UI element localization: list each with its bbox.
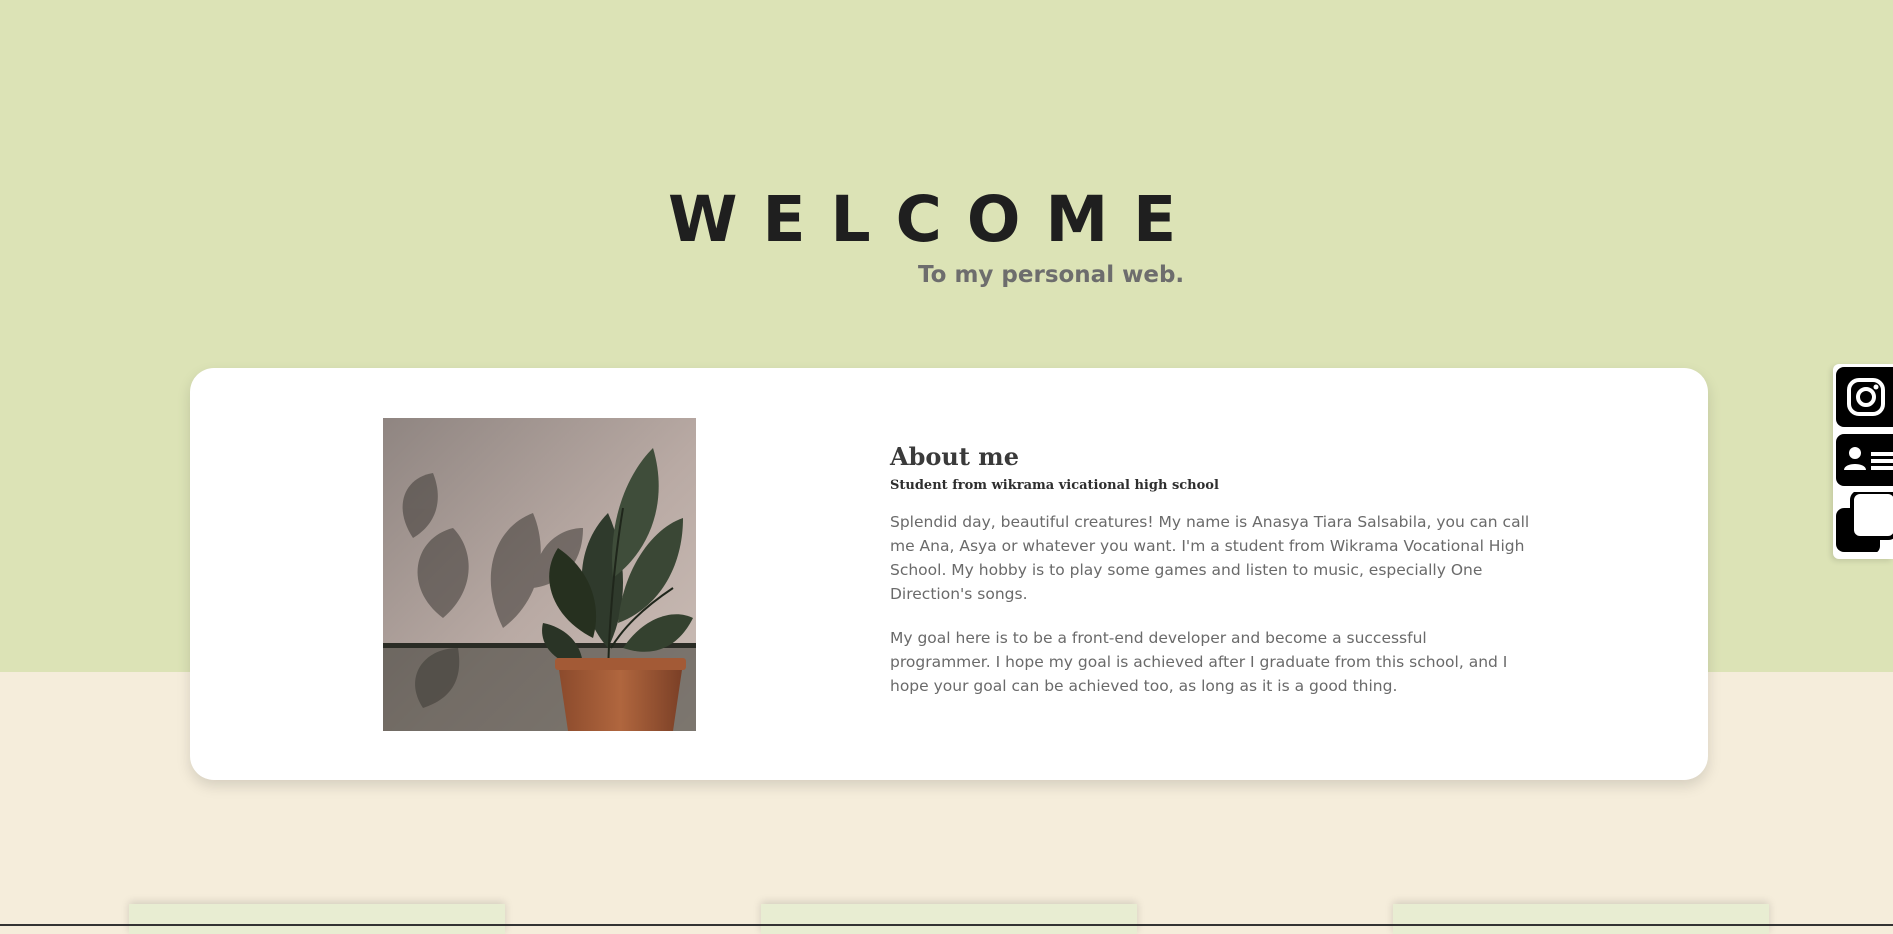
social-sidebar xyxy=(1833,364,1893,559)
contact-card-icon xyxy=(1844,447,1893,470)
bottom-card xyxy=(129,904,505,934)
plant-photo-icon xyxy=(383,418,696,731)
about-paragraph-intro: Splendid day, beautiful creatures! My na… xyxy=(890,513,1530,603)
about-photo xyxy=(383,418,696,731)
bottom-card xyxy=(761,904,1137,934)
welcome-title: WELCOME xyxy=(668,183,1202,256)
about-subheading: Student from wikrama vicational high sch… xyxy=(890,478,1219,493)
welcome-subtitle: To my personal web. xyxy=(918,262,1185,288)
instagram-link[interactable] xyxy=(1836,367,1893,427)
about-card: About me Student from wikrama vicational… xyxy=(190,368,1708,780)
instagram-icon xyxy=(1847,378,1885,416)
pages-link[interactable] xyxy=(1836,492,1893,552)
about-text: About me Student from wikrama vicational… xyxy=(890,441,1530,698)
about-paragraph-goal: My goal here is to be a front-end develo… xyxy=(890,629,1508,695)
about-heading: About me xyxy=(890,442,1019,471)
pages-icon xyxy=(1836,492,1893,552)
bottom-card xyxy=(1393,904,1769,934)
contact-link[interactable] xyxy=(1836,434,1893,486)
